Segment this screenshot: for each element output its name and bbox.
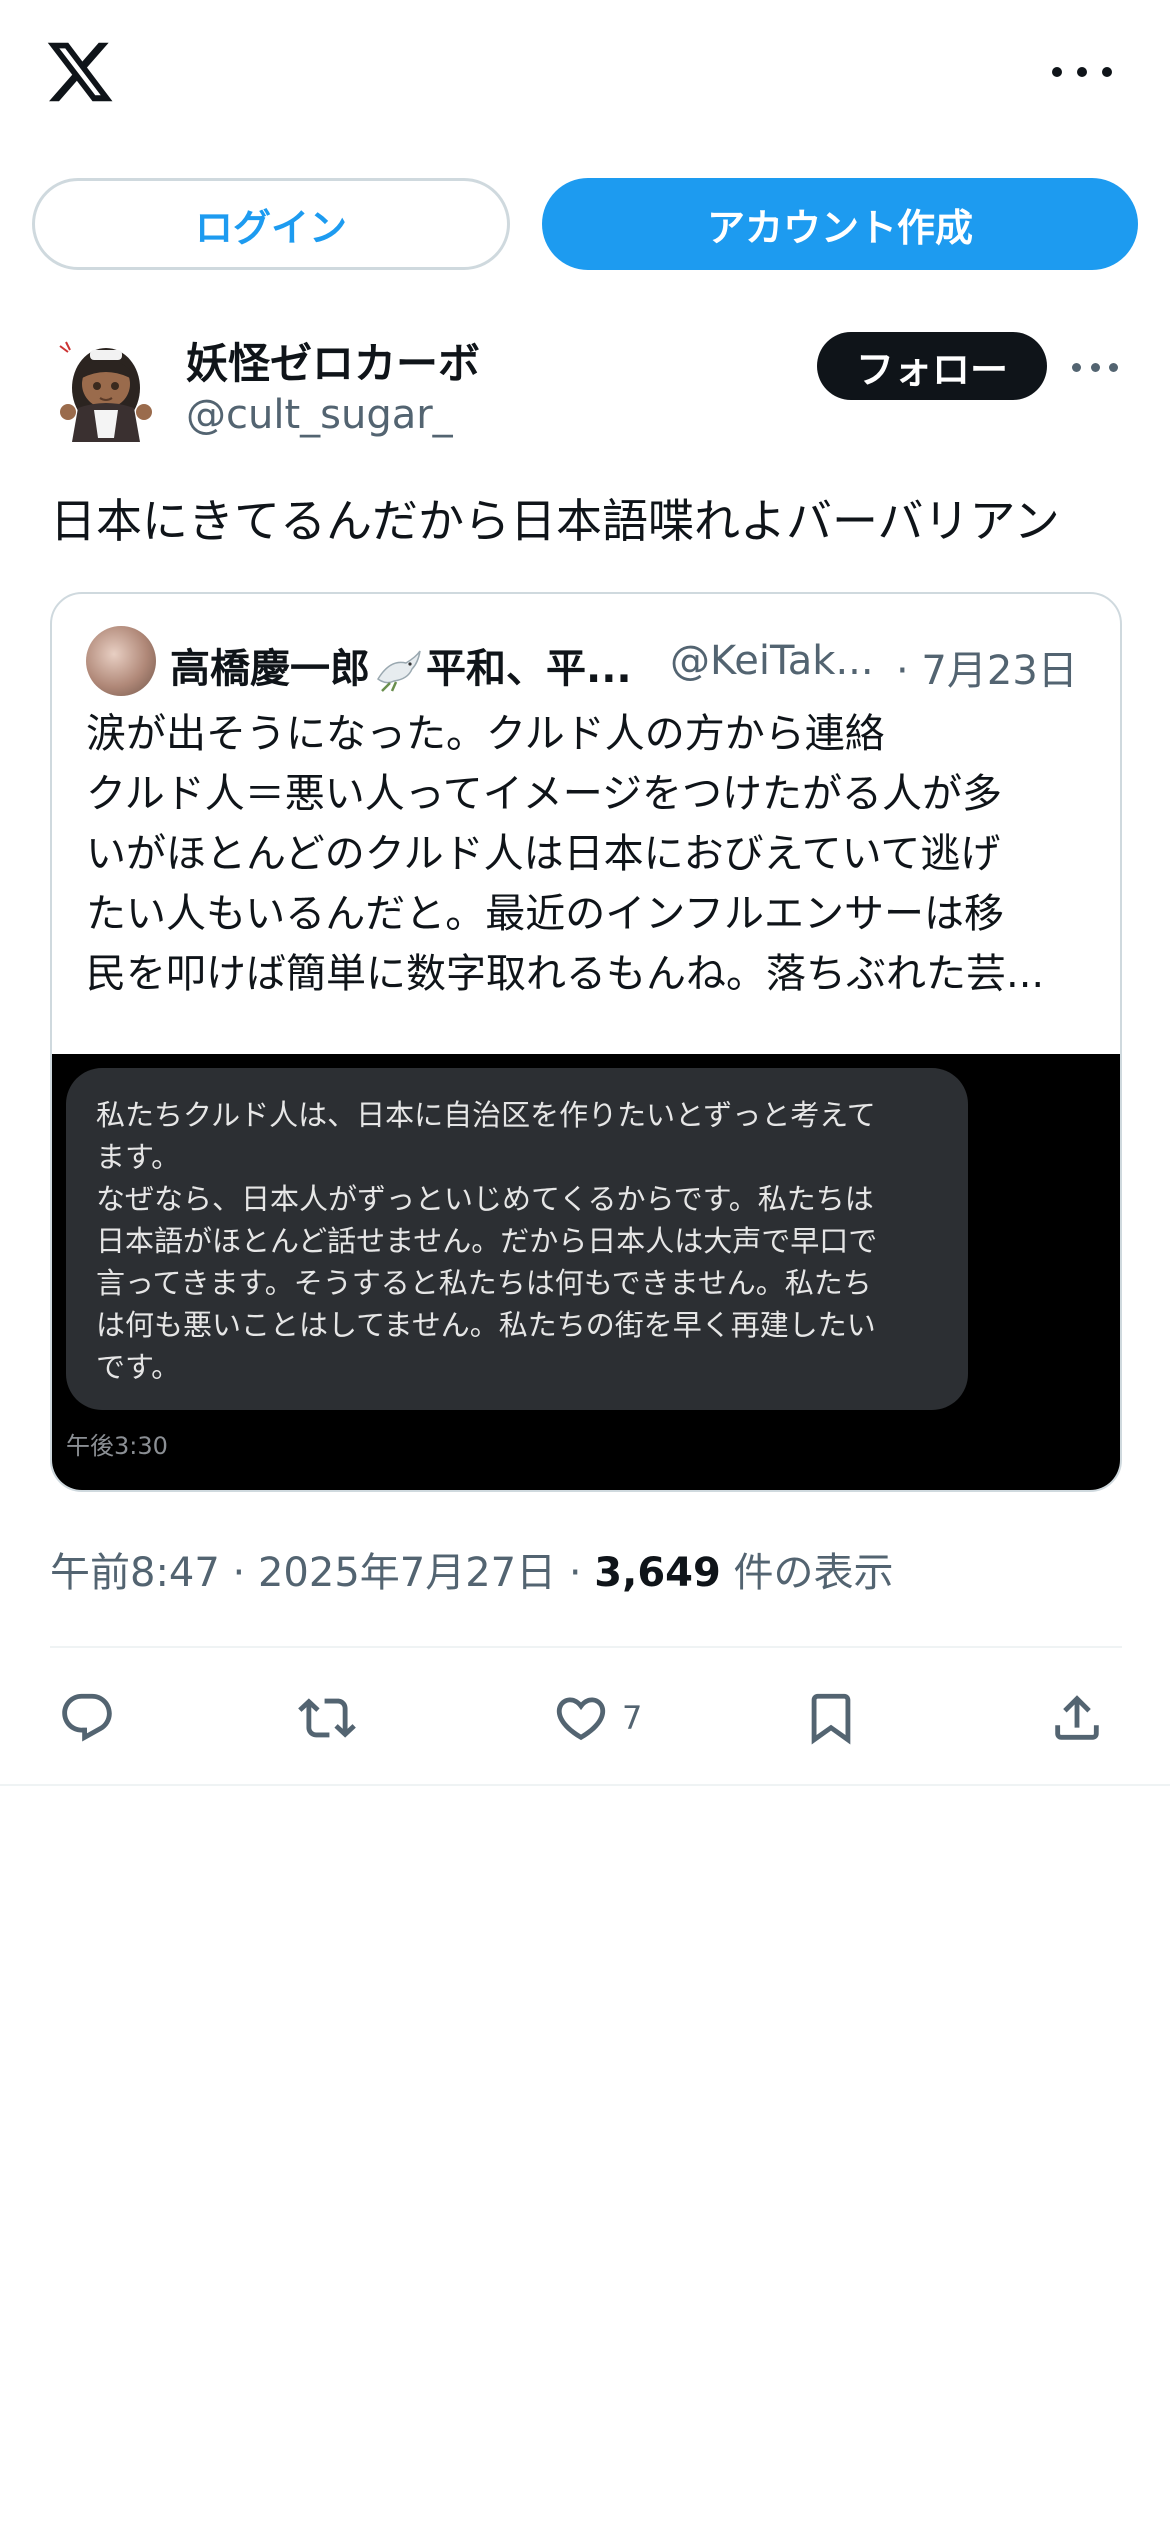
bubble-line: は何も悪いことはしてません。私たちの街を早く再建したい [96,1308,876,1342]
author-avatar[interactable] [50,326,162,446]
top-bar [0,0,1170,150]
author-display-name[interactable]: 妖怪ゼロカーボ [186,330,480,391]
bubble-line: です。 [96,1350,181,1384]
tweet-actions: 7 [50,1680,1122,1756]
tweet-meta: 午前8:47 · 2025年7月27日 · 3,649 件の表示 [50,1540,894,1598]
quoted-avatar[interactable] [86,626,156,696]
heart-icon [556,1697,606,1741]
quoted-display-name[interactable]: 高橋慶一郎 平和、平... [170,636,632,694]
bookmark-button[interactable] [802,1680,860,1756]
quoted-text-line: 民を叩けば簡単に数字取れるもんね。落ちぶれた芸... [86,951,1045,997]
author-handle[interactable]: @cult_sugar_ [186,392,453,438]
x-logo-icon[interactable] [44,36,116,108]
quoted-media-image[interactable]: 私たちクルド人は、日本に自治区を作りたいとずっと考えて ます。 なぜなら、日本人… [52,1054,1120,1490]
quoted-tweet[interactable]: 高橋慶一郎 平和、平... @KeiTak... · 7月23日 涙が出そうにな… [50,592,1122,1492]
bubble-line: 日本語がほとんど話せません。だから日本人は大声で早口で [96,1224,878,1258]
tweet-text: 日本にきてるんだから日本語喋れよバーバリアン [50,494,1060,548]
quoted-text-line: 涙が出そうになった。クルド人の方から連絡 [86,711,885,757]
quoted-handle[interactable]: @KeiTak... [670,638,874,684]
tweet-time[interactable]: 午前8:47 [50,1550,220,1596]
signup-button[interactable]: アカウント作成 [542,178,1138,270]
chat-bubble: 私たちクルド人は、日本に自治区を作りたいとずっと考えて ます。 なぜなら、日本人… [66,1068,968,1410]
quoted-date[interactable]: · 7月23日 [896,638,1078,696]
share-icon [1055,1695,1099,1740]
dove-icon [377,650,421,692]
quoted-name-part: 平和、平... [426,646,632,692]
quoted-tweet-header: 高橋慶一郎 平和、平... @KeiTak... · 7月23日 [86,626,1096,696]
follow-button[interactable]: フォロー [817,332,1047,400]
quoted-name-part: 高橋慶一郎 [170,646,370,692]
more-horizontal-icon[interactable] [1072,360,1118,374]
quoted-text-line: いがほとんどのクルド人は日本におびえていて逃げ [86,831,1001,877]
auth-buttons: ログイン アカウント作成 [32,178,1138,270]
bubble-line: なぜなら、日本人がずっといじめてくるからです。私たちは [96,1182,874,1216]
like-button[interactable]: 7 [552,1680,642,1756]
quoted-tweet-text: 涙が出そうになった。クルド人の方から連絡 クルド人＝悪い人ってイメージをつけたが… [86,704,1096,1004]
views-label: 件の表示 [733,1550,894,1596]
more-horizontal-icon[interactable] [1052,54,1112,90]
divider [50,1646,1122,1648]
quoted-text-line: クルド人＝悪い人ってイメージをつけたがる人が多 [86,771,1002,817]
login-button[interactable]: ログイン [32,178,510,270]
like-count: 7 [622,1699,643,1737]
retweet-button[interactable] [298,1680,356,1756]
meta-separator: · [568,1550,582,1596]
quoted-text-line: たい人もいるんだと。最近のインフルエンサーは移 [86,891,1004,937]
views-count: 3,649 [594,1550,721,1596]
tweet-author: 妖怪ゼロカーボ @cult_sugar_ フォロー [50,326,1130,456]
reply-button[interactable] [58,1680,116,1756]
bubble-line: ます。 [96,1140,181,1174]
divider [0,1784,1170,1786]
bubble-line: 私たちクルド人は、日本に自治区を作りたいとずっと考えて [96,1098,876,1132]
bookmark-icon [811,1693,851,1745]
meta-separator: · [232,1550,246,1596]
share-button[interactable] [1048,1680,1106,1756]
tweet-date[interactable]: 2025年7月27日 [258,1550,556,1596]
bubble-line: 言ってきます。そうすると私たちは何もできません。私たち [96,1266,872,1300]
retweet-icon [298,1698,356,1738]
message-time: 午後3:30 [66,1432,168,1460]
reply-icon [62,1693,112,1742]
